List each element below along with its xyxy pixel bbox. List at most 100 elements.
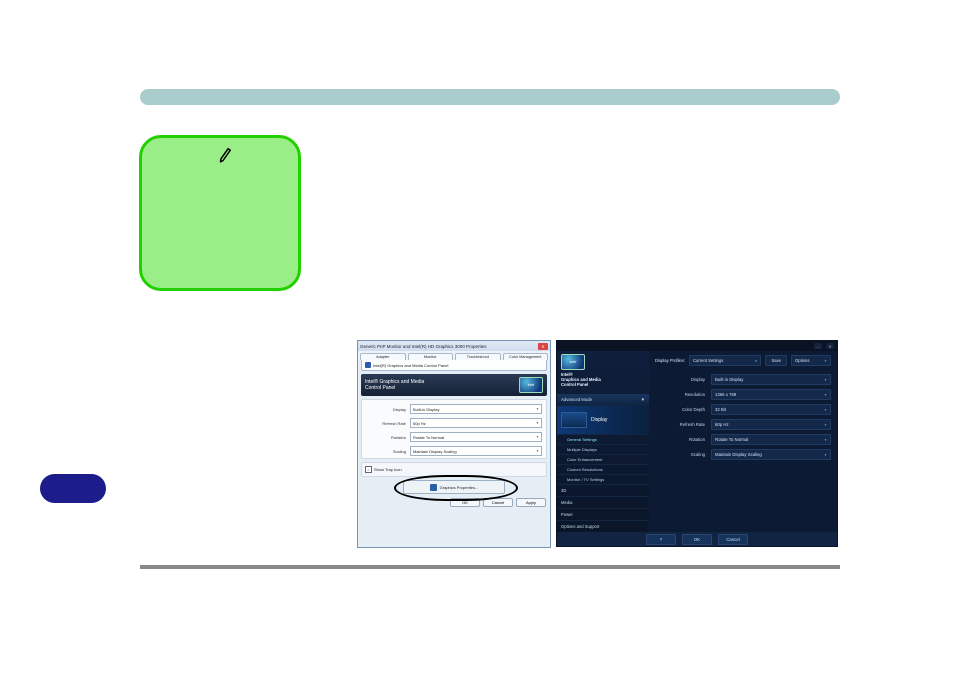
intel-logo-icon: intel — [561, 354, 585, 370]
icp-content: Display Profiles: Current Settings ▼ Sav… — [649, 351, 837, 532]
sidebar-item-power[interactable]: Power — [557, 508, 649, 520]
rotation-dropdown[interactable]: Rotate To Normal ▼ — [410, 432, 542, 442]
refresh-rate-value: 60p Hz — [413, 421, 426, 426]
chevron-down-icon: ▼ — [536, 421, 539, 425]
intel-panel-header: Intel® Graphics and Media Control Panel … — [361, 374, 547, 396]
display-thumb-icon — [561, 412, 587, 428]
display-label: Display — [366, 407, 406, 412]
tab-adapter[interactable]: Adapter — [360, 353, 406, 360]
dialog-titlebar[interactable]: Generic PnP Monitor and Intel(R) HD Grap… — [358, 341, 550, 351]
options-dropdown[interactable]: Options ▼ — [791, 355, 831, 366]
icp-scaling-value: Maintain Display Scaling — [715, 452, 762, 457]
chevron-down-icon: ▼ — [824, 359, 827, 363]
sidebar-item-display[interactable]: Display — [557, 405, 649, 434]
icp-display-form: Display Built-in Display▼ Resolution 136… — [655, 374, 831, 460]
tab-troubleshoot[interactable]: Troubleshoot — [455, 353, 501, 360]
close-icon[interactable]: ✕ — [826, 343, 834, 349]
sidebar-sub-multiple-displays[interactable]: Multiple Displays — [557, 444, 649, 454]
page-number-badge — [40, 474, 106, 503]
icp-sidebar: intel Intel® Graphics and Media Control … — [557, 351, 649, 532]
graphics-properties-dialog: Generic PnP Monitor and Intel(R) HD Grap… — [357, 340, 551, 548]
dialog-button-row: OK Cancel Apply — [358, 494, 550, 511]
icp-display-dropdown[interactable]: Built-in Display▼ — [711, 374, 831, 385]
chevron-down-icon: ▼ — [536, 407, 539, 411]
apply-button[interactable]: Apply — [516, 498, 546, 507]
icp-color-depth-value: 32 Bit — [715, 407, 726, 412]
pen-icon — [216, 144, 237, 165]
section-heading-bar — [140, 89, 840, 105]
options-dropdown-label: Options — [795, 358, 809, 363]
sidebar-item-options[interactable]: Options and Support — [557, 520, 649, 532]
cancel-button[interactable]: Cancel — [483, 498, 513, 507]
icp-bottom-bar: ? OK Cancel — [557, 532, 837, 546]
ok-button[interactable]: OK — [682, 534, 712, 545]
chevron-down-icon: ▼ — [754, 359, 757, 363]
rotation-value: Rotate To Normal — [413, 435, 444, 440]
intel-logo-icon: intel — [519, 377, 543, 393]
advanced-mode-dropdown[interactable]: Advanced Mode ▼ — [557, 394, 649, 405]
icp-title-l3: Control Panel — [561, 382, 601, 387]
minimize-icon[interactable]: – — [814, 343, 822, 349]
scaling-dropdown[interactable]: Maintain Display Scaling ▼ — [410, 446, 542, 456]
icp-logo-block: intel Intel® Graphics and Media Control … — [557, 351, 649, 390]
graphics-properties-button-label: Graphics Properties... — [440, 485, 479, 490]
tab-monitor[interactable]: Monitor — [408, 353, 454, 360]
icp-resolution-value: 1366 x 768 — [715, 392, 736, 397]
scaling-label: Scaling — [366, 449, 406, 454]
icp-color-depth-dropdown[interactable]: 32 Bit ▼ — [711, 404, 831, 415]
display-dropdown[interactable]: Built-in Display▼ — [410, 404, 542, 414]
sidebar-item-3d[interactable]: 3D — [557, 484, 649, 496]
icp-refresh-rate-dropdown[interactable]: 60p Hz ▼ — [711, 419, 831, 430]
graphics-properties-button[interactable]: Graphics Properties... — [403, 480, 505, 494]
intel-panel-title: Intel® Graphics and Media Control Panel — [365, 379, 424, 391]
refresh-rate-dropdown[interactable]: 60p Hz ▼ — [410, 418, 542, 428]
graphics-form: Display Built-in Display▼ Refresh Rate 6… — [361, 399, 547, 459]
sidebar-item-media[interactable]: Media — [557, 496, 649, 508]
chevron-down-icon: ▼ — [824, 423, 827, 427]
tab-color-management[interactable]: Color Management — [503, 353, 549, 360]
sidebar-note-box — [139, 135, 301, 291]
sidebar-item-display-label: Display — [591, 417, 607, 423]
icp-title: Intel® Graphics and Media Control Panel — [561, 372, 601, 387]
intel-control-panel-window: – ✕ intel Intel® Graphics and Media Cont… — [556, 340, 838, 547]
help-button[interactable]: ? — [646, 534, 676, 545]
advanced-mode-label: Advanced Mode — [561, 397, 592, 402]
close-icon[interactable]: ✕ — [538, 343, 548, 350]
icp-resolution-dropdown[interactable]: 1366 x 768 ▼ — [711, 389, 831, 400]
chevron-down-icon: ▼ — [536, 435, 539, 439]
chevron-down-icon: ▼ — [824, 393, 827, 397]
chevron-down-icon: ▼ — [824, 438, 827, 442]
sidebar-sub-monitor-tv-settings[interactable]: Monitor / TV Settings — [557, 474, 649, 484]
scaling-value: Maintain Display Scaling — [413, 449, 457, 454]
chevron-down-icon: ▼ — [536, 449, 539, 453]
display-profiles-label: Display Profiles: — [655, 358, 685, 363]
ok-button[interactable]: OK — [450, 498, 480, 507]
refresh-rate-label: Refresh Rate — [366, 421, 406, 426]
dialog-title: Generic PnP Monitor and Intel(R) HD Grap… — [360, 344, 486, 349]
page-bottom-rule — [140, 565, 840, 569]
display-profiles-dropdown[interactable]: Current Settings ▼ — [689, 355, 761, 366]
sidebar-sub-color-enhancement[interactable]: Color Enhancement — [557, 454, 649, 464]
icp-refresh-rate-value: 60p Hz — [715, 422, 729, 427]
save-button[interactable]: Save — [765, 355, 787, 366]
display-profiles-value: Current Settings — [693, 358, 723, 363]
intel-subtab-label: Intel(R) Graphics and Media Control Pane… — [373, 363, 448, 368]
icp-resolution-label: Resolution — [655, 392, 705, 397]
icp-window-controls: – ✕ — [557, 341, 837, 351]
chevron-down-icon: ▼ — [824, 453, 827, 457]
icp-rotation-value: Rotate To Normal — [715, 437, 748, 442]
sidebar-sub-custom-resolutions[interactable]: Custom Resolutions — [557, 464, 649, 474]
icp-rotation-dropdown[interactable]: Rotate To Normal ▼ — [711, 434, 831, 445]
chevron-down-icon: ▼ — [824, 408, 827, 412]
cancel-button[interactable]: Cancel — [718, 534, 748, 545]
icp-refresh-rate-label: Refresh Rate — [655, 422, 705, 427]
intel-icon — [365, 362, 371, 368]
icp-scaling-dropdown[interactable]: Maintain Display Scaling ▼ — [711, 449, 831, 460]
intel-subtab[interactable]: Intel(R) Graphics and Media Control Pane… — [361, 360, 547, 371]
sidebar-sub-general-settings[interactable]: General Settings — [557, 434, 649, 444]
show-tray-checkbox[interactable]: ✓ — [365, 466, 372, 473]
intel-panel-title-line2: Control Panel — [365, 385, 424, 391]
tray-icon-row: ✓ Show Tray Icon — [361, 462, 547, 477]
icp-main: intel Intel® Graphics and Media Control … — [557, 351, 837, 532]
show-tray-label: Show Tray Icon — [374, 467, 402, 472]
